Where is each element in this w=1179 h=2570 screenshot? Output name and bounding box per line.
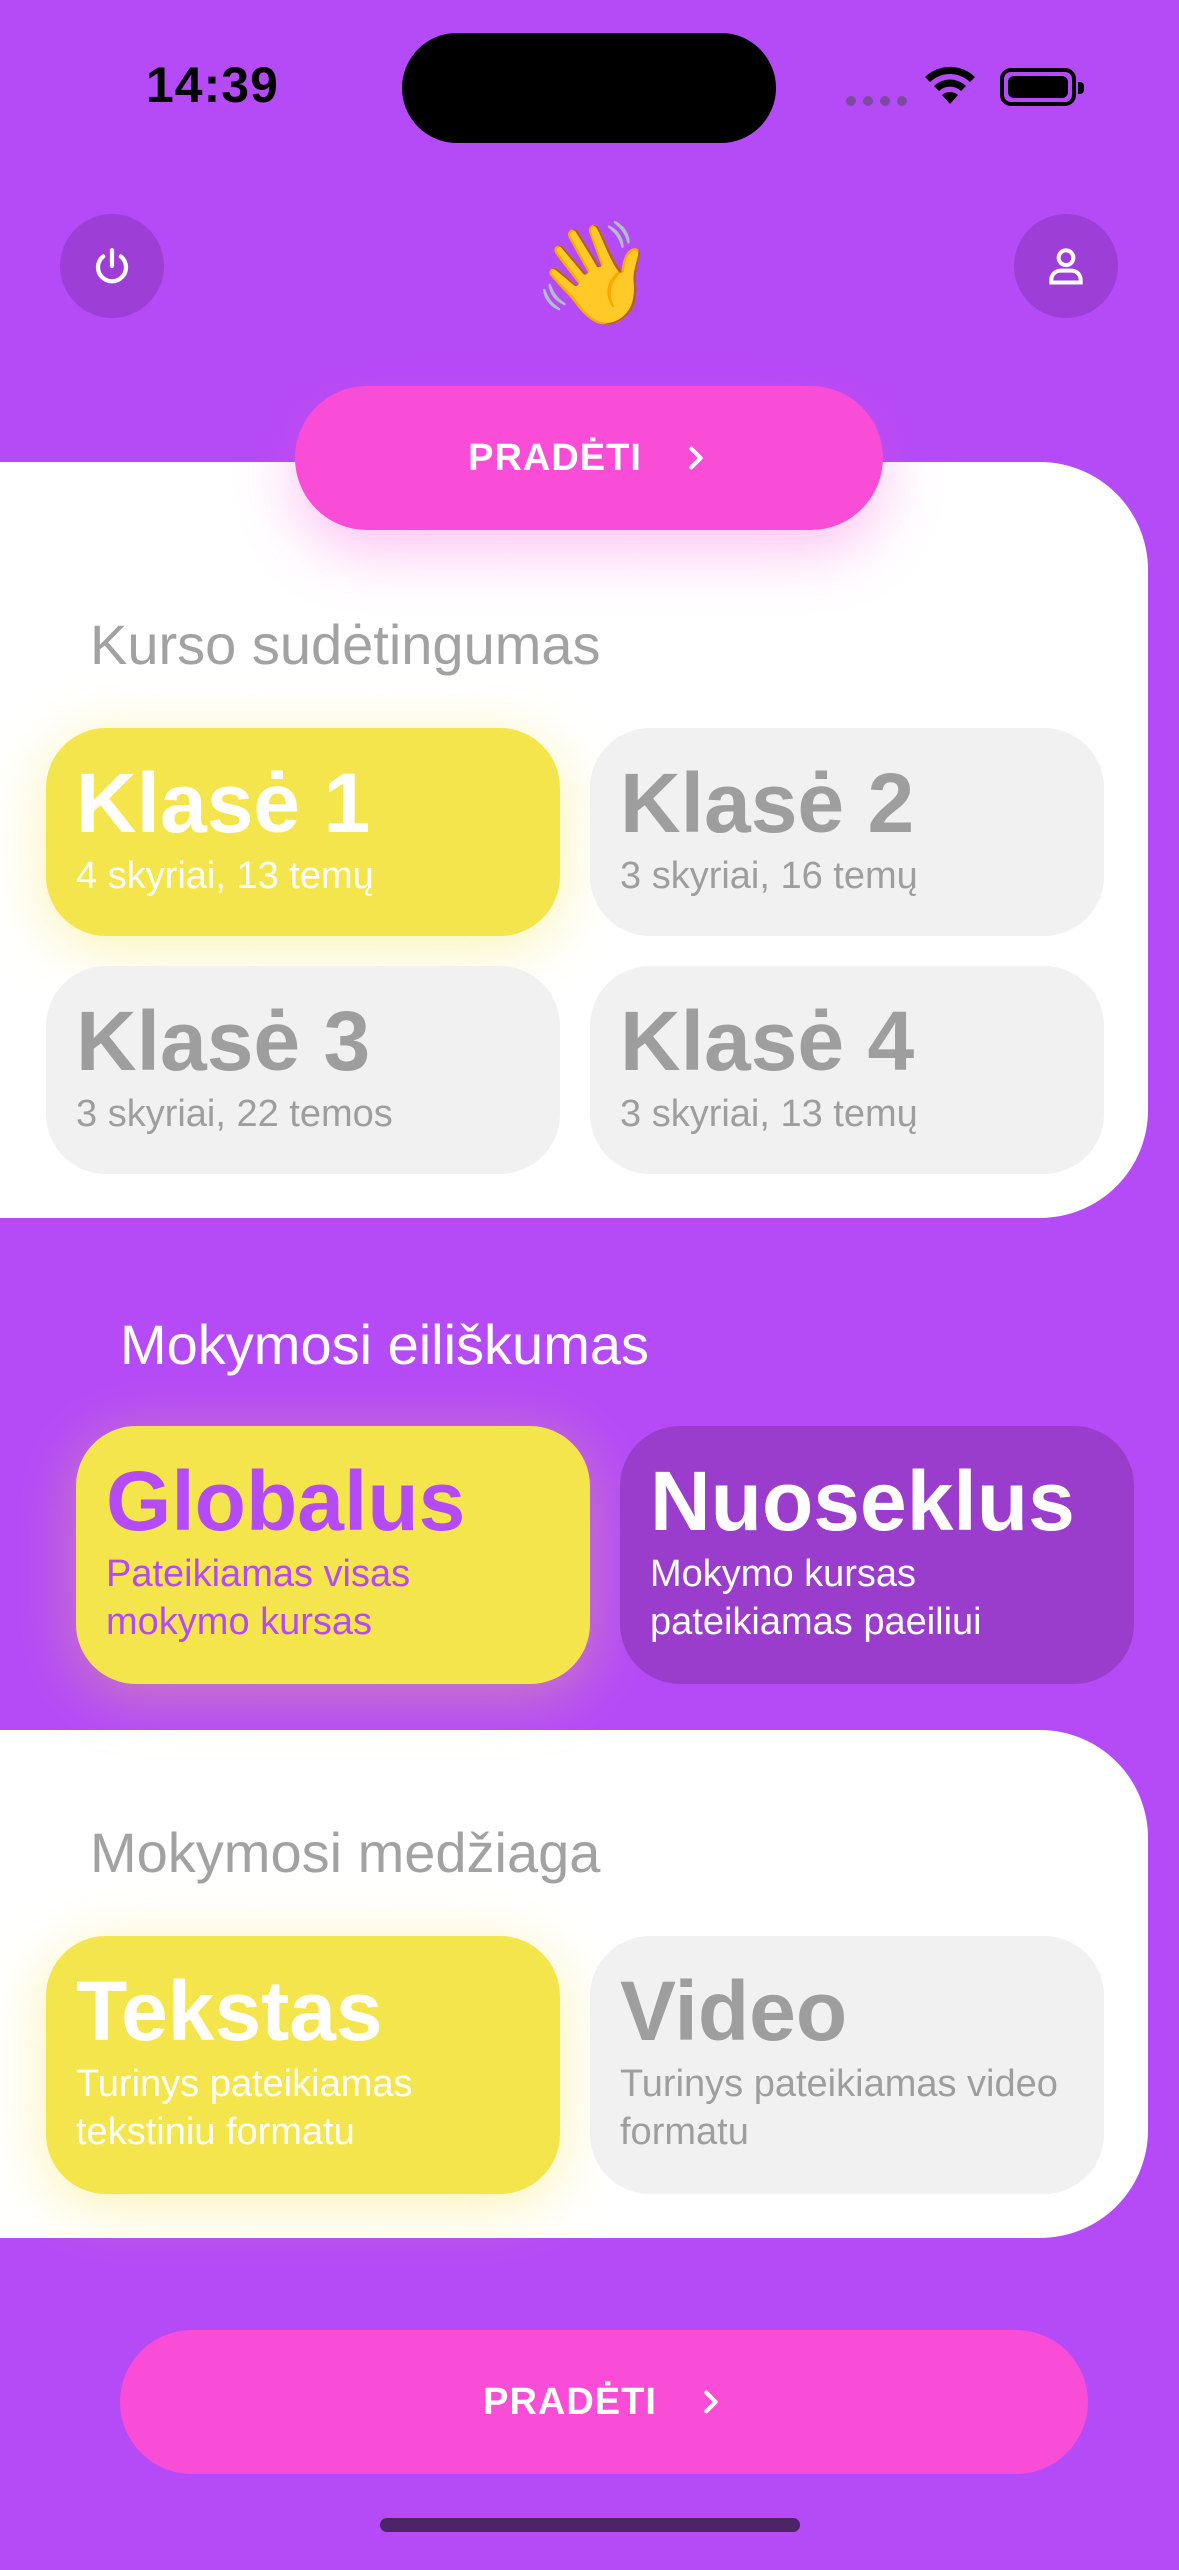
option-subtitle: 3 skyriai, 16 temų <box>620 855 918 897</box>
option-subtitle: Mokymo kursas pateikiamas paeiliui <box>650 1553 982 1643</box>
battery-icon <box>1000 68 1084 106</box>
option-title: Klasė 3 <box>76 994 371 1088</box>
status-time: 14:39 <box>146 57 279 113</box>
option-title: Nuoseklus <box>650 1454 1075 1548</box>
option-title: Tekstas <box>76 1964 383 2058</box>
difficulty-option-klase-3[interactable]: Klasė 3 3 skyriai, 22 temos <box>46 966 560 1174</box>
option-title: Klasė 4 <box>620 994 915 1088</box>
difficulty-option-klase-2[interactable]: Klasė 2 3 skyriai, 16 temų <box>590 728 1104 936</box>
option-title: Klasė 1 <box>76 756 371 850</box>
start-button-bottom[interactable]: PRADĖTI <box>120 2330 1088 2474</box>
power-button[interactable] <box>60 214 164 318</box>
difficulty-title: Kurso sudėtingumas <box>90 613 601 676</box>
wifi-icon <box>925 66 975 104</box>
option-subtitle: 3 skyriai, 22 temos <box>76 1093 393 1135</box>
order-option-nuoseklus[interactable]: Nuoseklus Mokymo kursas pateikiamas paei… <box>620 1426 1134 1684</box>
option-subtitle: 4 skyriai, 13 temų <box>76 855 374 897</box>
start-button-top[interactable]: PRADĖTI <box>295 386 883 530</box>
home-indicator[interactable] <box>380 2518 800 2532</box>
start-button-label: PRADĖTI <box>468 436 642 479</box>
chevron-right-icon <box>689 446 703 470</box>
order-title: Mokymosi eiliškumas <box>120 1313 649 1376</box>
material-option-video[interactable]: Video Turinys pateikiamas video formatu <box>590 1936 1104 2194</box>
chevron-right-icon <box>704 2390 718 2414</box>
option-subtitle: Pateikiamas visas mokymo kursas <box>106 1553 411 1643</box>
option-title: Klasė 2 <box>620 756 915 850</box>
difficulty-option-klase-1[interactable]: Klasė 1 4 skyriai, 13 temų <box>46 728 560 936</box>
start-button-label: PRADĖTI <box>483 2380 657 2423</box>
cellular-signal-icon <box>846 96 907 106</box>
power-icon <box>95 248 129 284</box>
option-subtitle: Turinys pateikiamas tekstiniu formatu <box>76 2063 413 2153</box>
dynamic-island <box>402 33 776 143</box>
user-icon <box>1049 248 1083 285</box>
option-subtitle: Turinys pateikiamas video formatu <box>620 2063 1058 2153</box>
option-subtitle: 3 skyriai, 13 temų <box>620 1093 918 1135</box>
option-title: Video <box>620 1964 848 2058</box>
difficulty-option-klase-4[interactable]: Klasė 4 3 skyriai, 13 temų <box>590 966 1104 1174</box>
material-title: Mokymosi medžiaga <box>90 1821 601 1884</box>
profile-button[interactable] <box>1014 214 1118 318</box>
material-option-tekstas[interactable]: Tekstas Turinys pateikiamas tekstiniu fo… <box>46 1936 560 2194</box>
order-option-globalus[interactable]: Globalus Pateikiamas visas mokymo kursas <box>76 1426 590 1684</box>
wave-emoji: 👋 <box>532 218 657 330</box>
option-title: Globalus <box>106 1454 466 1548</box>
